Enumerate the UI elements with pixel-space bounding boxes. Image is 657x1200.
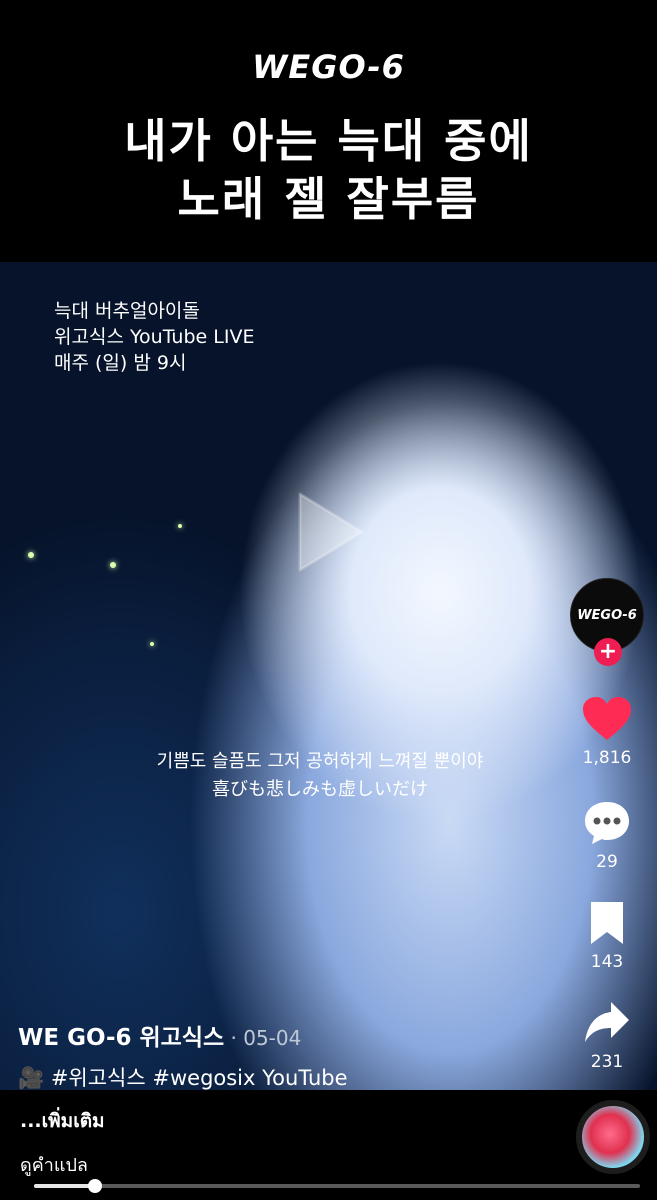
info-line-1: 늑대 버추얼아이돌 <box>54 300 200 322</box>
bookmark-icon <box>591 902 623 944</box>
brand-logo: WEGO-6 <box>252 48 405 86</box>
info-line-3: 매주 (일) 밤 9시 <box>54 352 187 374</box>
firefly-dot <box>178 524 182 528</box>
video-player[interactable]: 늑대 버추얼아이돌 위고식스 YouTube LIVE 매주 (일) 밤 9시 … <box>0 262 657 1090</box>
hashtag-line[interactable]: 🎥 #위고식스 #wegosix YouTube <box>18 1062 558 1092</box>
subtitle-korean: 기쁨도 슬픔도 그저 공허하게 느껴질 뿐이야 <box>156 751 484 772</box>
save-button[interactable]: 143 <box>560 900 654 972</box>
progress-handle[interactable] <box>87 1179 102 1193</box>
progress-bar[interactable] <box>34 1179 640 1193</box>
like-button[interactable]: 1,816 <box>560 696 654 768</box>
info-line-2: 위고식스 YouTube LIVE <box>54 326 255 348</box>
post-date: · 05-04 <box>224 1026 302 1050</box>
progress-fill <box>34 1184 95 1188</box>
share-button[interactable]: 231 <box>560 1000 654 1072</box>
comment-icon <box>585 802 629 844</box>
stream-info-overlay: 늑대 버추얼아이돌 위고식스 YouTube LIVE 매주 (일) 밤 9시 <box>54 298 254 376</box>
share-count: 231 <box>590 1052 624 1072</box>
see-more-link[interactable]: ...เพิ่มเติม <box>20 1106 105 1136</box>
headline: 내가 아는 늑대 중에 노래 젤 잘부름 <box>0 112 657 228</box>
share-arrow-icon <box>585 1002 629 1042</box>
video-subtitle: 기쁨도 슬픔도 그저 공허하게 느껴질 뿐이야 喜びも悲しみも虚しいだけ <box>100 748 540 804</box>
author-name[interactable]: WE GO-6 위고식스 <box>18 1025 224 1051</box>
see-translation-link[interactable]: ดูคำแปล <box>20 1150 88 1179</box>
video-caption: WE GO-6 위고식스 · 05-04 🎥 #위고식스 #wegosix Yo… <box>18 1018 558 1092</box>
subtitle-japanese: 喜びも悲しみも虚しいだけ <box>212 779 428 800</box>
firefly-dot <box>28 552 34 558</box>
title-banner: WEGO-6 내가 아는 늑대 중에 노래 젤 잘부름 <box>0 0 657 262</box>
headline-line-1: 내가 아는 늑대 중에 <box>124 114 533 168</box>
headline-line-2: 노래 젤 잘부름 <box>177 172 480 226</box>
like-count: 1,816 <box>582 748 632 768</box>
author-line: WE GO-6 위고식스 · 05-04 <box>18 1018 558 1052</box>
play-icon[interactable] <box>292 488 368 576</box>
creator-avatar-group[interactable]: WEGO-6 + <box>570 578 644 668</box>
comment-button[interactable]: 29 <box>560 800 654 872</box>
heart-icon <box>583 697 631 740</box>
music-disc-icon[interactable] <box>576 1100 650 1174</box>
comment-count: 29 <box>596 852 618 872</box>
follow-button[interactable]: + <box>594 638 622 666</box>
save-count: 143 <box>590 952 624 972</box>
firefly-dot <box>150 642 154 646</box>
firefly-dot <box>110 562 116 568</box>
